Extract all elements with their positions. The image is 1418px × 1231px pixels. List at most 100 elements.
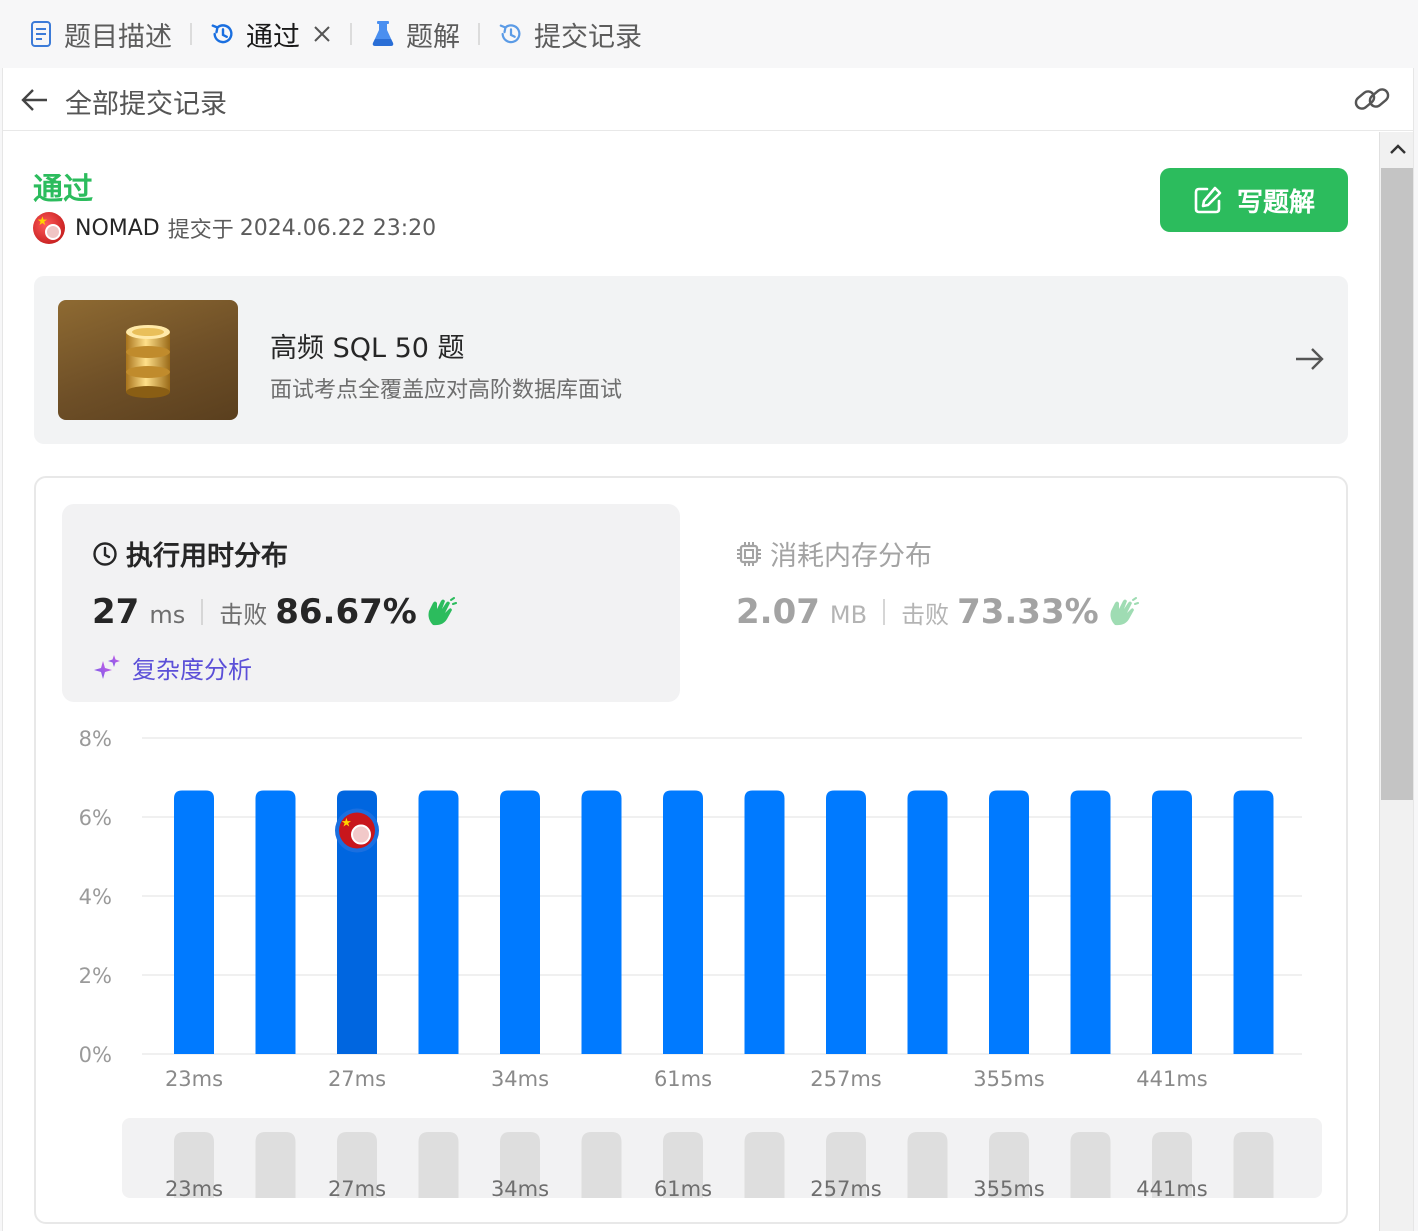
runtime-beats: 86.67% [275,592,417,632]
tab-label: 通过 [246,21,300,53]
tab-label: 题解 [406,21,460,53]
chart-bar[interactable] [500,790,540,1054]
memory-value: 2.07 [736,592,820,632]
tab-solutions[interactable]: 题解 [370,0,460,68]
scroll-thumb[interactable] [1381,168,1413,800]
beats-label: 击败 [219,601,268,629]
user-name[interactable]: NOMAD [75,216,160,241]
tab-bar: 题目描述 通过 题解 提交记录 [0,0,1418,68]
tab-label: 提交记录 [534,21,642,53]
flask-icon [370,19,396,49]
link-icon[interactable] [1353,82,1391,116]
range-selector-label: 27ms [328,1177,386,1198]
x-tick-label: 61ms [654,1067,712,1091]
database-icon [58,300,238,420]
submit-time: 2024.06.22 23:20 [239,215,437,241]
scrollbar[interactable] [1379,132,1413,1231]
avatar-star: ★ [341,816,352,830]
x-tick-label: 257ms [810,1067,881,1091]
range-selector-label: 355ms [973,1177,1044,1198]
chart-bar[interactable] [744,790,785,1054]
runtime-distribution-chart[interactable]: 0% 2% 4% 6% 8% ★ 23ms 27ms 34ms 61ms 257ms 355ms 441… [36,718,1346,1118]
x-tick-label: 27ms [328,1067,386,1091]
range-selector-label: 34ms [491,1177,549,1198]
study-plan-card[interactable]: 高频 SQL 50 题 面试考点全覆盖应对高阶数据库面试 [34,276,1348,444]
memory-panel[interactable]: 消耗内存分布 2.07 MB 击败 73.33% [706,504,1316,702]
tab-divider [478,23,480,45]
memory-unit: MB [829,601,868,629]
runtime-value: 27 [92,592,140,632]
range-selector-bar [255,1132,296,1198]
arrow-right-icon[interactable] [1292,342,1326,376]
range-selector-bar [907,1132,948,1198]
range-selector-bar [1233,1132,1274,1198]
tab-submissions[interactable]: 提交记录 [498,0,642,68]
y-tick-label: 6% [79,806,112,830]
range-selector-bar [1070,1132,1111,1198]
metric-divider [201,599,204,625]
submitted-label: 提交于 [167,218,234,243]
write-solution-button[interactable]: 写题解 [1160,168,1348,232]
chart-bar[interactable] [581,790,622,1054]
chart-bar[interactable] [1070,790,1111,1054]
chart-bar[interactable] [826,790,866,1054]
clap-icon [1110,597,1139,626]
tab-divider [350,23,352,45]
memory-beats: 73.33% [957,592,1099,632]
clap-icon [428,597,457,626]
runtime-metric: 27 ms 击败 86.67% [92,592,457,632]
clock-icon [93,541,117,566]
scroll-up-icon[interactable] [1380,132,1413,166]
back-arrow-icon[interactable] [19,84,51,116]
edit-icon [1194,186,1222,214]
chart-bar[interactable] [1233,790,1274,1054]
y-tick-label: 0% [79,1043,112,1067]
submission-panel: 全部提交记录 通过 ★ NOMAD 提交于 2024.06.22 23:20 写… [2,68,1414,1231]
history-icon [210,19,236,49]
range-selector-bar [744,1132,785,1198]
x-tick-label: 441ms [1136,1067,1207,1091]
avatar-inner [351,824,371,845]
doc-icon [28,19,54,49]
chart-bar[interactable] [663,790,703,1054]
range-selector-bar [581,1132,622,1198]
runtime-panel[interactable]: 执行用时分布 27 ms 击败 86.67% 复杂度分析 [62,504,680,702]
metric-divider [883,599,886,625]
chart-canvas[interactable]: 0% 2% 4% 6% 8% ★ 23ms 27ms 34ms 61ms 257ms 355ms 441… [36,718,1346,1118]
chart-bar[interactable] [907,790,948,1054]
range-selector-canvas[interactable]: 23ms 27ms 34ms 61ms 257ms 355ms 441ms [122,1118,1322,1201]
distribution-card: 执行用时分布 27 ms 击败 86.67% 复杂度分析 消耗内存分布 2.07 [34,476,1348,1224]
chart-range-selector[interactable]: 23ms 27ms 34ms 61ms 257ms 355ms 441ms [122,1118,1322,1201]
beats-label: 击败 [901,601,950,629]
x-tick-label: 23ms [165,1067,223,1091]
all-submissions-title[interactable]: 全部提交记录 [65,82,227,121]
tab-label: 题目描述 [64,21,172,53]
y-tick-label: 4% [79,885,112,909]
memory-metric: 2.07 MB 击败 73.33% [736,592,1139,632]
avatar[interactable]: ★ [33,212,65,244]
chart-bar[interactable] [1152,790,1192,1054]
tab-description[interactable]: 题目描述 [28,0,172,68]
tab-accepted[interactable]: 通过 [210,0,332,68]
runtime-unit: ms [149,601,186,629]
tab-divider [190,23,192,45]
range-selector-label: 257ms [810,1177,881,1198]
study-plan-title: 高频 SQL 50 题 [270,333,465,364]
range-selector-label: 61ms [654,1177,712,1198]
close-icon[interactable] [312,24,332,44]
chart-bar[interactable] [174,790,214,1054]
runtime-title-text: 执行用时分布 [126,541,288,572]
submitter-info: ★ NOMAD 提交于 2024.06.22 23:20 [33,212,436,244]
status-accepted: 通过 [33,172,93,207]
range-selector-label: 441ms [1136,1177,1207,1198]
range-selector-bar [418,1132,459,1198]
chart-bar[interactable] [989,790,1029,1054]
chart-bar[interactable] [255,790,296,1054]
subheader: 全部提交记录 [3,68,1413,131]
chip-icon [737,541,761,566]
memory-title-text: 消耗内存分布 [770,541,932,572]
complexity-label: 复杂度分析 [132,656,252,684]
chart-bar[interactable] [418,790,459,1054]
study-plan-subtitle: 面试考点全覆盖应对高阶数据库面试 [270,378,623,403]
complexity-analysis-link[interactable]: 复杂度分析 [92,650,252,685]
